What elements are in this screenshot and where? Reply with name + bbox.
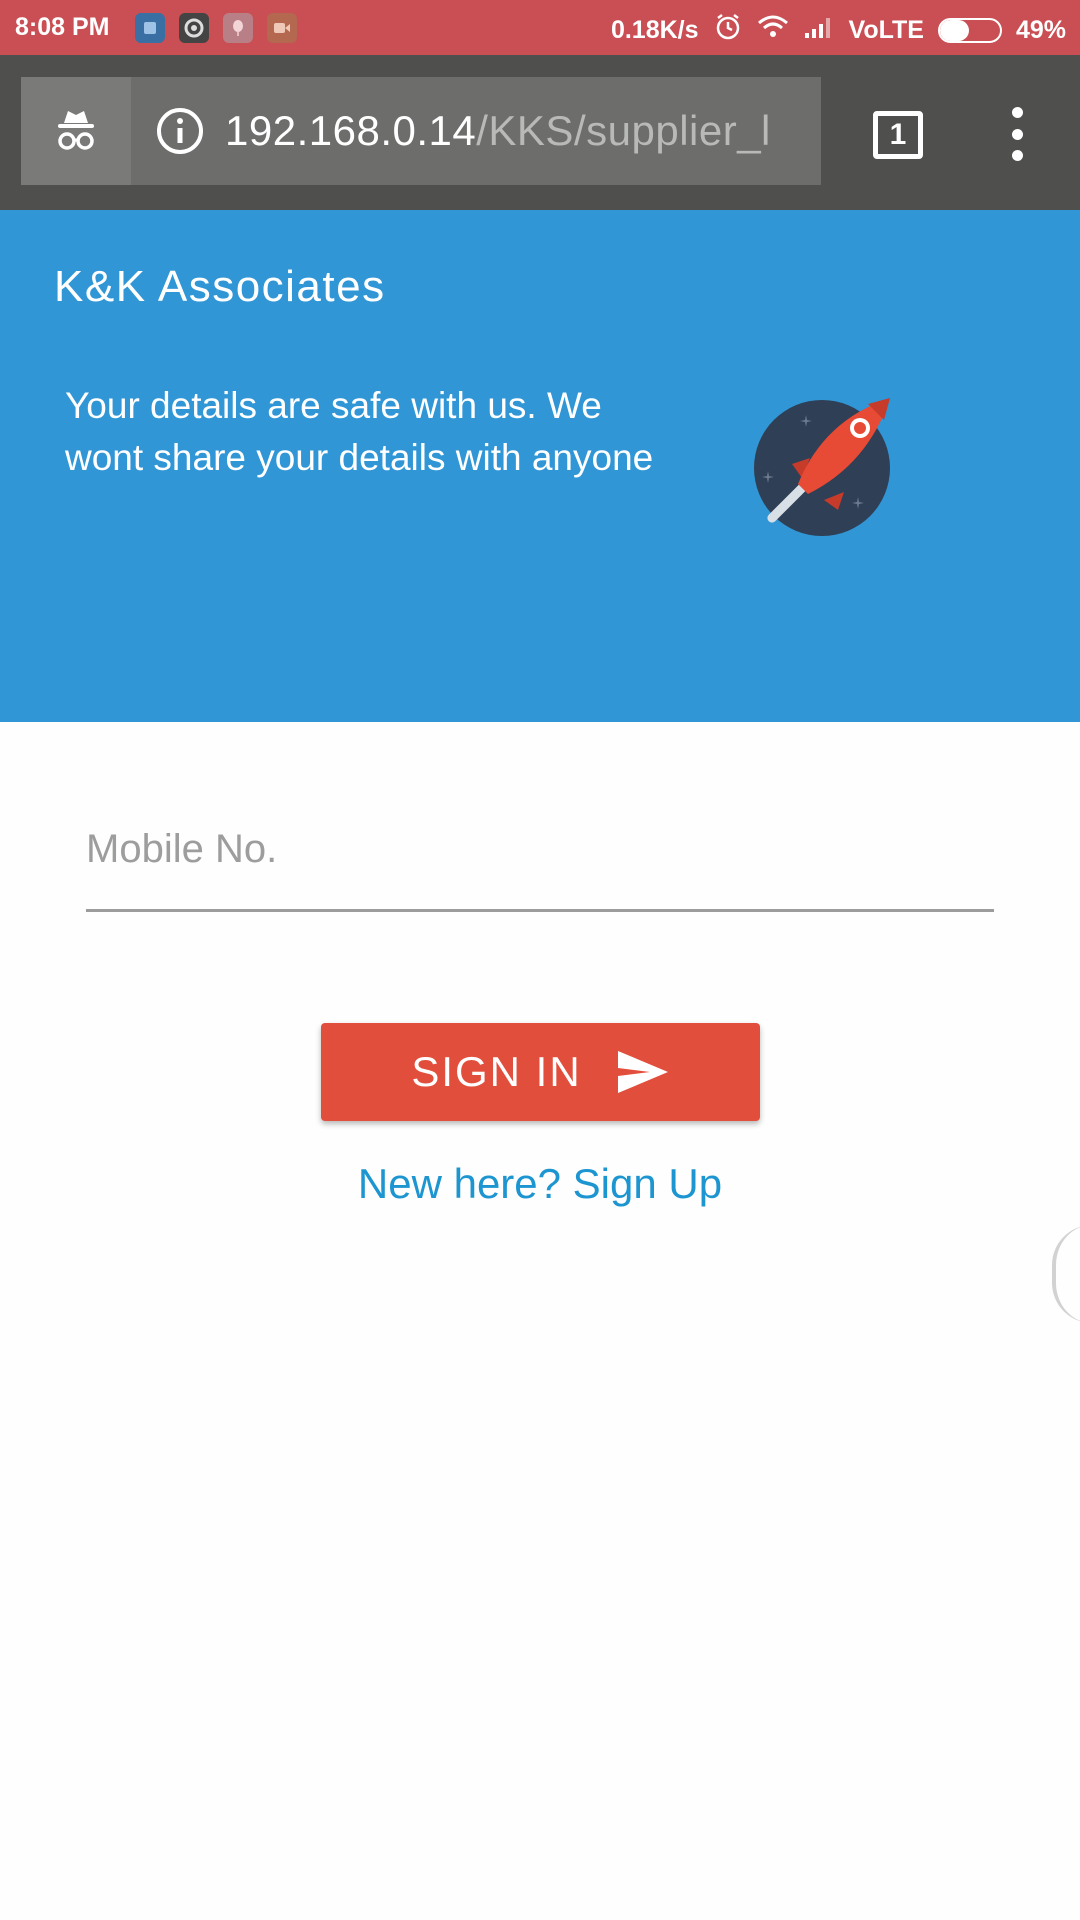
cell-signal-icon	[803, 15, 835, 46]
battery-percent: 49%	[1015, 16, 1066, 44]
menu-dot	[1011, 107, 1023, 118]
video-recorder-icon	[267, 13, 297, 43]
status-time: 8:08 PM	[15, 13, 110, 41]
info-icon[interactable]	[155, 106, 205, 156]
menu-dot	[1011, 128, 1023, 140]
message-app-icon	[135, 13, 165, 43]
alarm-icon	[713, 12, 743, 49]
incognito-icon	[58, 111, 94, 150]
tab-switcher-button[interactable]: 1	[873, 111, 923, 159]
network-type: VoLTE	[848, 16, 924, 44]
battery-level	[939, 20, 970, 41]
url-text: 192.168.0.14/KKS/supplier_l	[225, 107, 771, 155]
battery-icon	[937, 18, 1002, 43]
mobile-field	[86, 800, 994, 912]
balloon-app-icon	[223, 13, 253, 43]
tagline: Your details are safe with us. We wont s…	[65, 385, 654, 478]
sign-in-button[interactable]: SIGN IN	[321, 1023, 760, 1121]
sign-up-link[interactable]: New here? Sign Up	[0, 1160, 1080, 1208]
tab-count: 1	[889, 118, 907, 151]
chrome-icon	[179, 13, 209, 43]
status-indicators: 0.18K/s VoLTE 49%	[611, 12, 1066, 49]
notification-icons	[135, 13, 297, 43]
sign-in-label: SIGN IN	[411, 1048, 582, 1095]
menu-dot	[1011, 150, 1023, 161]
address-bar[interactable]: 192.168.0.14/KKS/supplier_l	[131, 77, 821, 185]
url-host: 192.168.0.14	[225, 107, 477, 154]
rocket-icon	[754, 398, 890, 536]
url-path: /KKS/supplier_l	[476, 107, 771, 154]
brand-title: K&K Associates	[54, 262, 386, 311]
network-speed: 0.18K/s	[610, 16, 699, 44]
status-bar: 8:08 PM 0.18K/s VoLTE 49%	[0, 0, 1080, 55]
hero-banner: K&K Associates Your details are safe wit…	[0, 210, 1080, 722]
browser-toolbar: 192.168.0.14/KKS/supplier_l 1	[0, 55, 1080, 210]
incognito-button[interactable]	[21, 77, 131, 185]
wifi-icon	[757, 14, 789, 47]
overflow-menu-button[interactable]	[996, 107, 1038, 161]
edge-swipe-handle[interactable]	[1052, 1225, 1080, 1323]
send-icon	[617, 1051, 668, 1093]
mobile-number-input[interactable]	[86, 800, 994, 912]
